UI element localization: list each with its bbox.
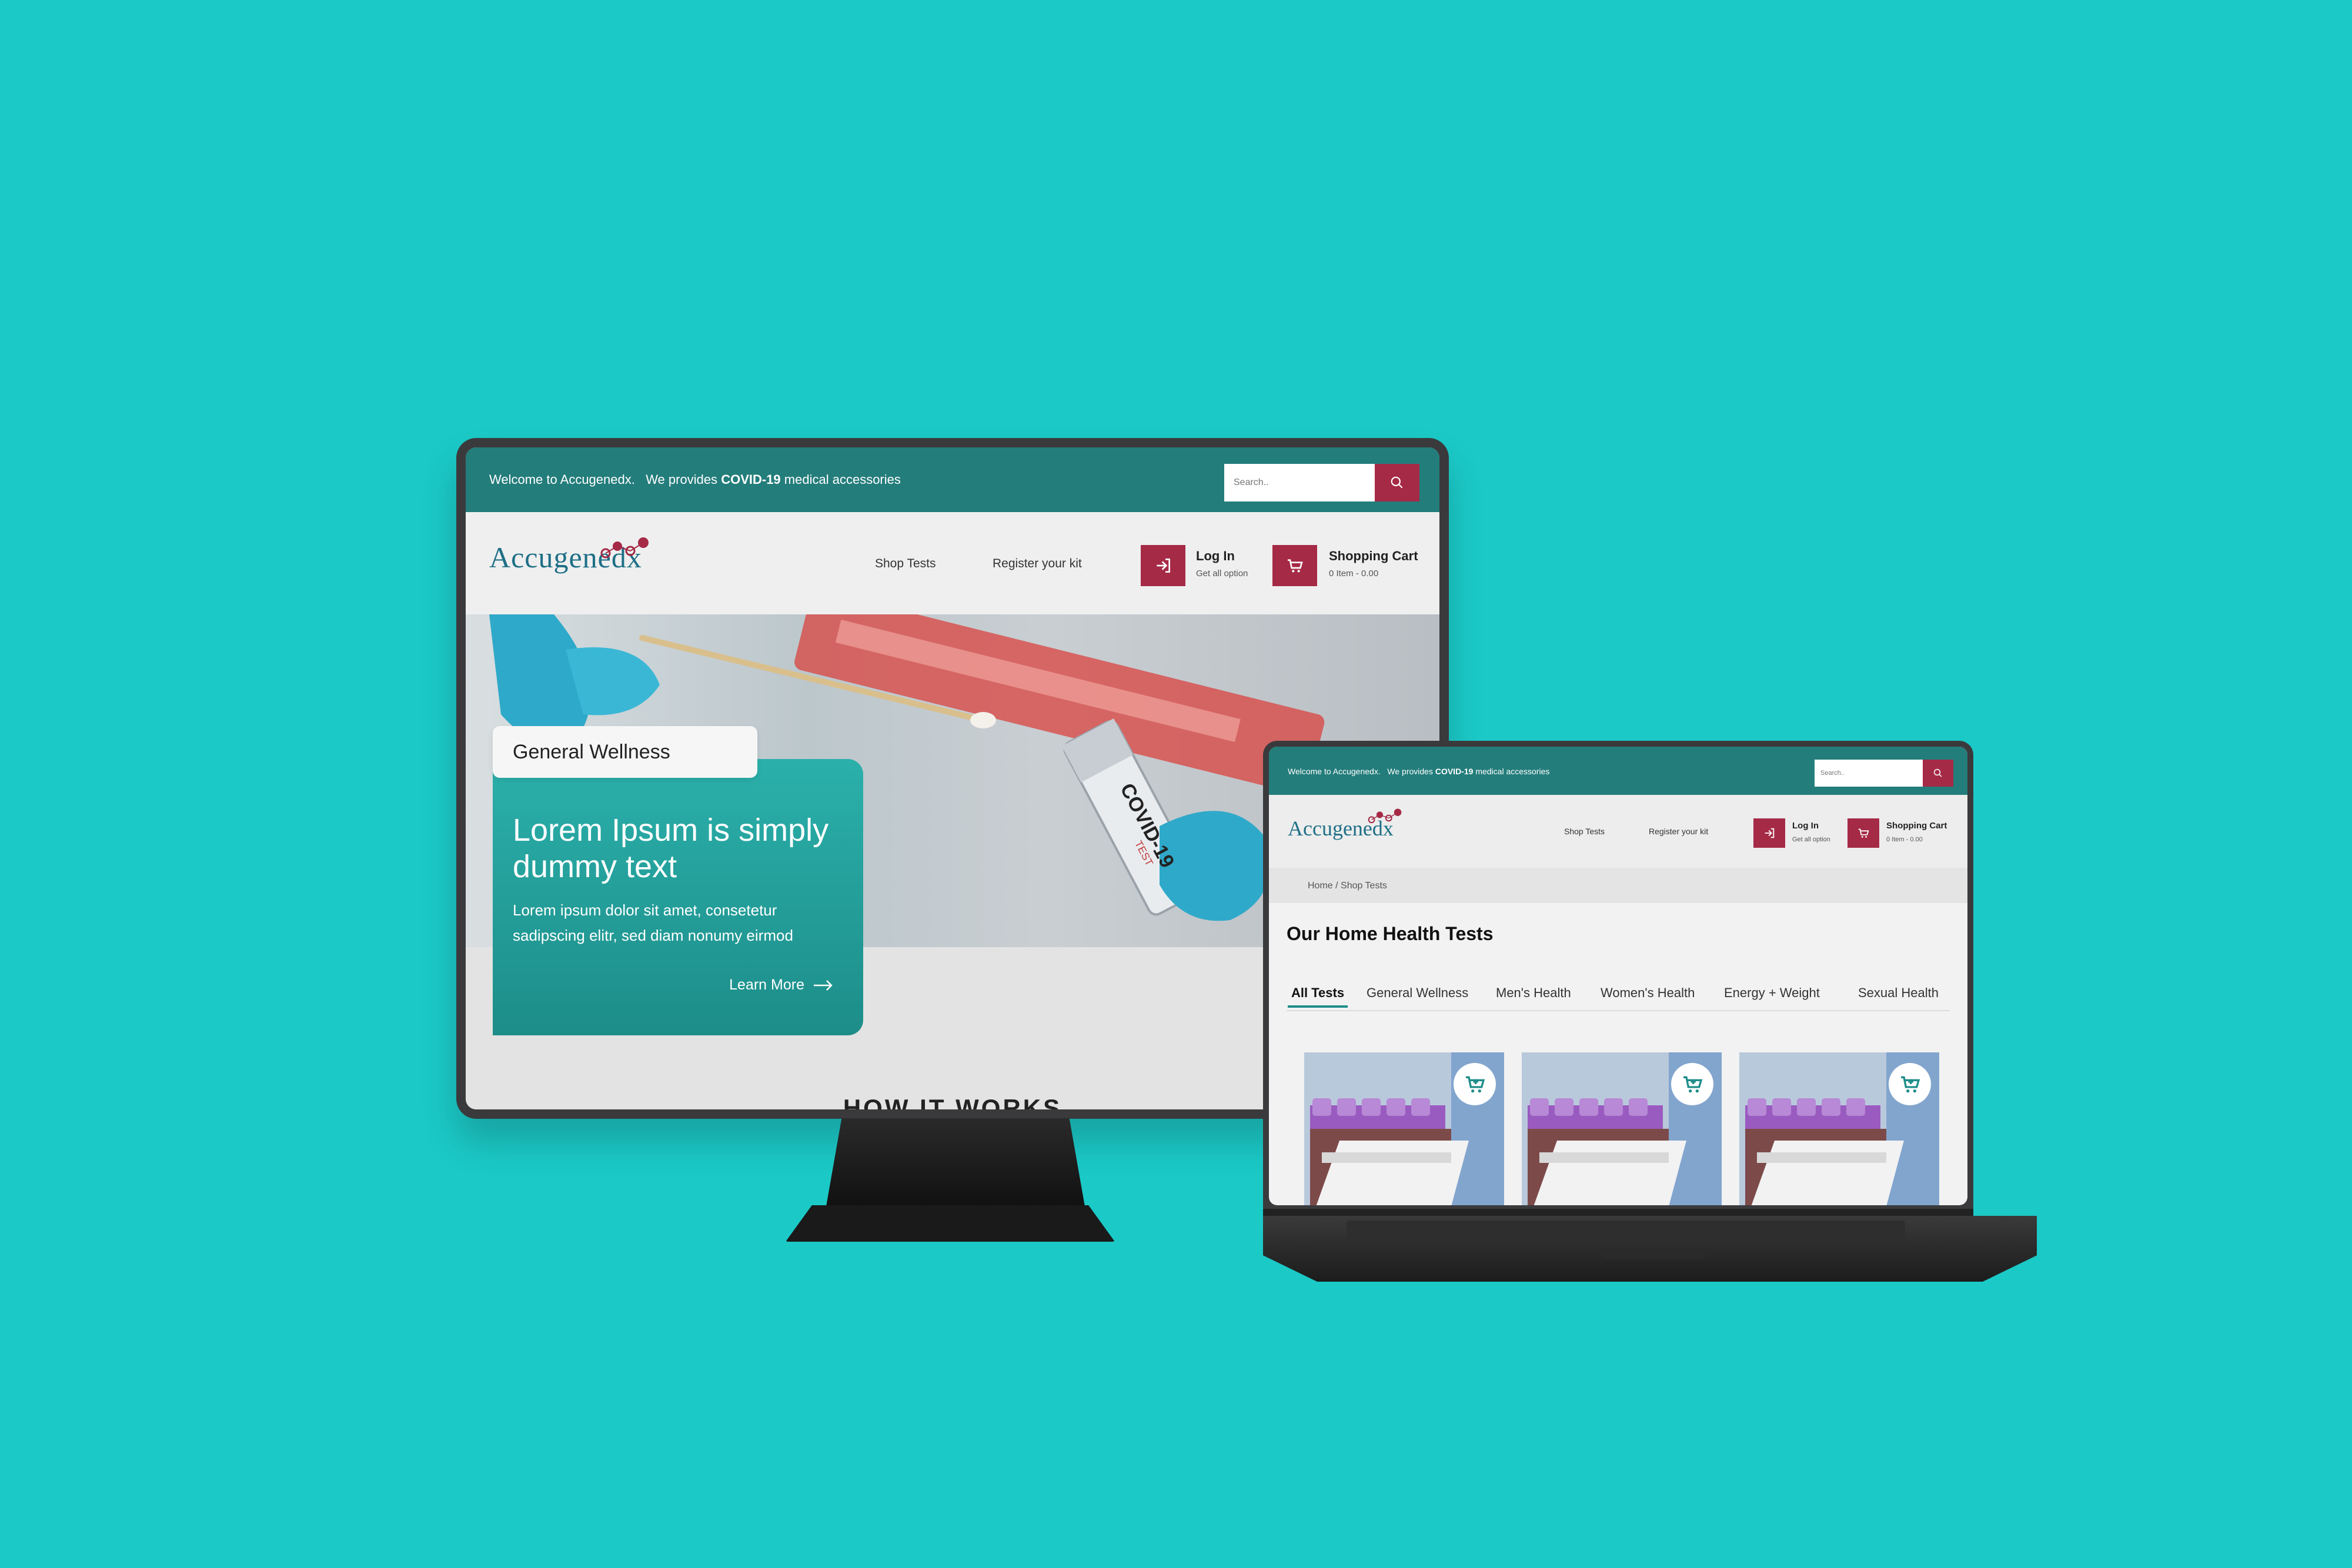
add-to-cart-button[interactable] [1454,1063,1496,1105]
laptop-top-bar: Welcome to Accugenedx. We provides COVID… [1269,747,1967,795]
tab-all-tests[interactable]: All Tests [1287,985,1348,1008]
logo[interactable]: Accugenedx [489,537,649,574]
product-card[interactable] [1522,1052,1722,1205]
laptop-cart-subtitle: 0 Item - 0.00 [1886,836,1923,843]
welcome-mid: We provides [646,472,718,487]
laptop-login-button[interactable] [1753,818,1785,848]
product-card[interactable] [1304,1052,1504,1205]
tab-energy-weight[interactable]: Energy + Weight [1724,985,1820,1001]
laptop-login-title[interactable]: Log In [1792,821,1819,831]
laptop-welcome-prefix: Welcome to Accugenedx. [1288,767,1381,776]
tab-womens-health[interactable]: Women's Health [1601,985,1695,1001]
login-title[interactable]: Log In [1196,549,1235,564]
laptop-search-input[interactable] [1815,760,1923,787]
nav-shop-tests[interactable]: Shop Tests [875,557,936,571]
welcome-suffix: medical accessories [784,472,901,487]
welcome-message: Welcome to Accugenedx. We provides COVID… [489,472,901,487]
search-icon [1391,476,1403,489]
site-header: Accugenedx Shop Tests Register your kit … [466,512,1439,614]
tab-general-wellness[interactable]: General Wellness [1367,985,1468,1001]
tab-sexual-health[interactable]: Sexual Health [1858,985,1939,1001]
laptop: Welcome to Accugenedx. We provides COVID… [1263,741,1973,1211]
monitor-stand [786,1205,1115,1242]
welcome-prefix: Welcome to Accugenedx. [489,472,635,487]
add-to-cart-button[interactable] [1671,1063,1713,1105]
laptop-login-subtitle: Get all option [1792,836,1830,843]
hero-card: Lorem Ipsum is simply dummy text Lorem i… [493,759,863,1035]
laptop-welcome-message: Welcome to Accugenedx. We provides COVID… [1288,767,1549,776]
laptop-notch [1599,1250,1705,1259]
search-button[interactable] [1375,464,1419,502]
top-bar: Welcome to Accugenedx. We provides COVID… [466,447,1439,512]
login-subtitle: Get all option [1196,569,1248,579]
laptop-welcome-bold: COVID-19 [1435,767,1474,776]
laptop-cart-title[interactable]: Shopping Cart [1886,821,1947,831]
laptop-keyboard [1347,1221,1905,1242]
login-icon [1765,828,1775,838]
laptop-screen: Welcome to Accugenedx. We provides COVID… [1269,747,1967,1205]
hero-tag: General Wellness [493,726,757,778]
breadcrumb: Home / Shop Tests [1269,868,1967,903]
cart-button[interactable] [1272,545,1317,586]
learn-more-link[interactable]: Learn More [729,977,834,994]
tab-mens-health[interactable]: Men's Health [1496,985,1571,1001]
cart-icon [1288,559,1303,573]
laptop-nav-shop-tests[interactable]: Shop Tests [1564,827,1605,836]
hero-body: Lorem ipsum dolor sit amet, consetetur s… [513,901,793,944]
learn-more-label: Learn More [729,977,804,993]
laptop-welcome-mid: We provides [1387,767,1433,776]
laptop-cart-button[interactable] [1847,818,1879,848]
add-to-cart-icon [1901,1076,1920,1093]
arrow-right-icon [814,979,833,991]
product-card[interactable] [1739,1052,1939,1205]
laptop-logo-text[interactable]: Accugenedx [1288,816,1394,841]
laptop-welcome-suffix: medical accessories [1475,767,1550,776]
search-input[interactable] [1224,464,1375,502]
laptop-site-header: Accugenedx Shop Tests Register your kit … [1269,795,1967,868]
nav-register-kit[interactable]: Register your kit [993,557,1082,571]
laptop-nav-register-kit[interactable]: Register your kit [1649,827,1708,836]
category-tabs: All Tests General Wellness Men's Health … [1287,982,1950,1011]
welcome-bold: COVID-19 [721,472,781,487]
page-title: Our Home Health Tests [1287,923,1494,944]
breadcrumb-text[interactable]: Home / Shop Tests [1308,881,1387,891]
login-icon [1157,559,1170,573]
hero-title: Lorem Ipsum is simply dummy text [513,813,829,884]
cart-subtitle: 0 Item - 0.00 [1329,569,1379,579]
cart-icon [1858,828,1869,838]
add-to-cart-icon [1466,1076,1485,1093]
cart-title[interactable]: Shopping Cart [1329,549,1418,564]
add-to-cart-button[interactable] [1889,1063,1931,1105]
monitor-neck [826,1118,1085,1206]
add-to-cart-icon [1683,1076,1703,1093]
login-button[interactable] [1141,545,1185,586]
search-icon [1933,768,1942,777]
laptop-search-button[interactable] [1923,760,1953,787]
logo-molecule-icon [600,537,649,559]
